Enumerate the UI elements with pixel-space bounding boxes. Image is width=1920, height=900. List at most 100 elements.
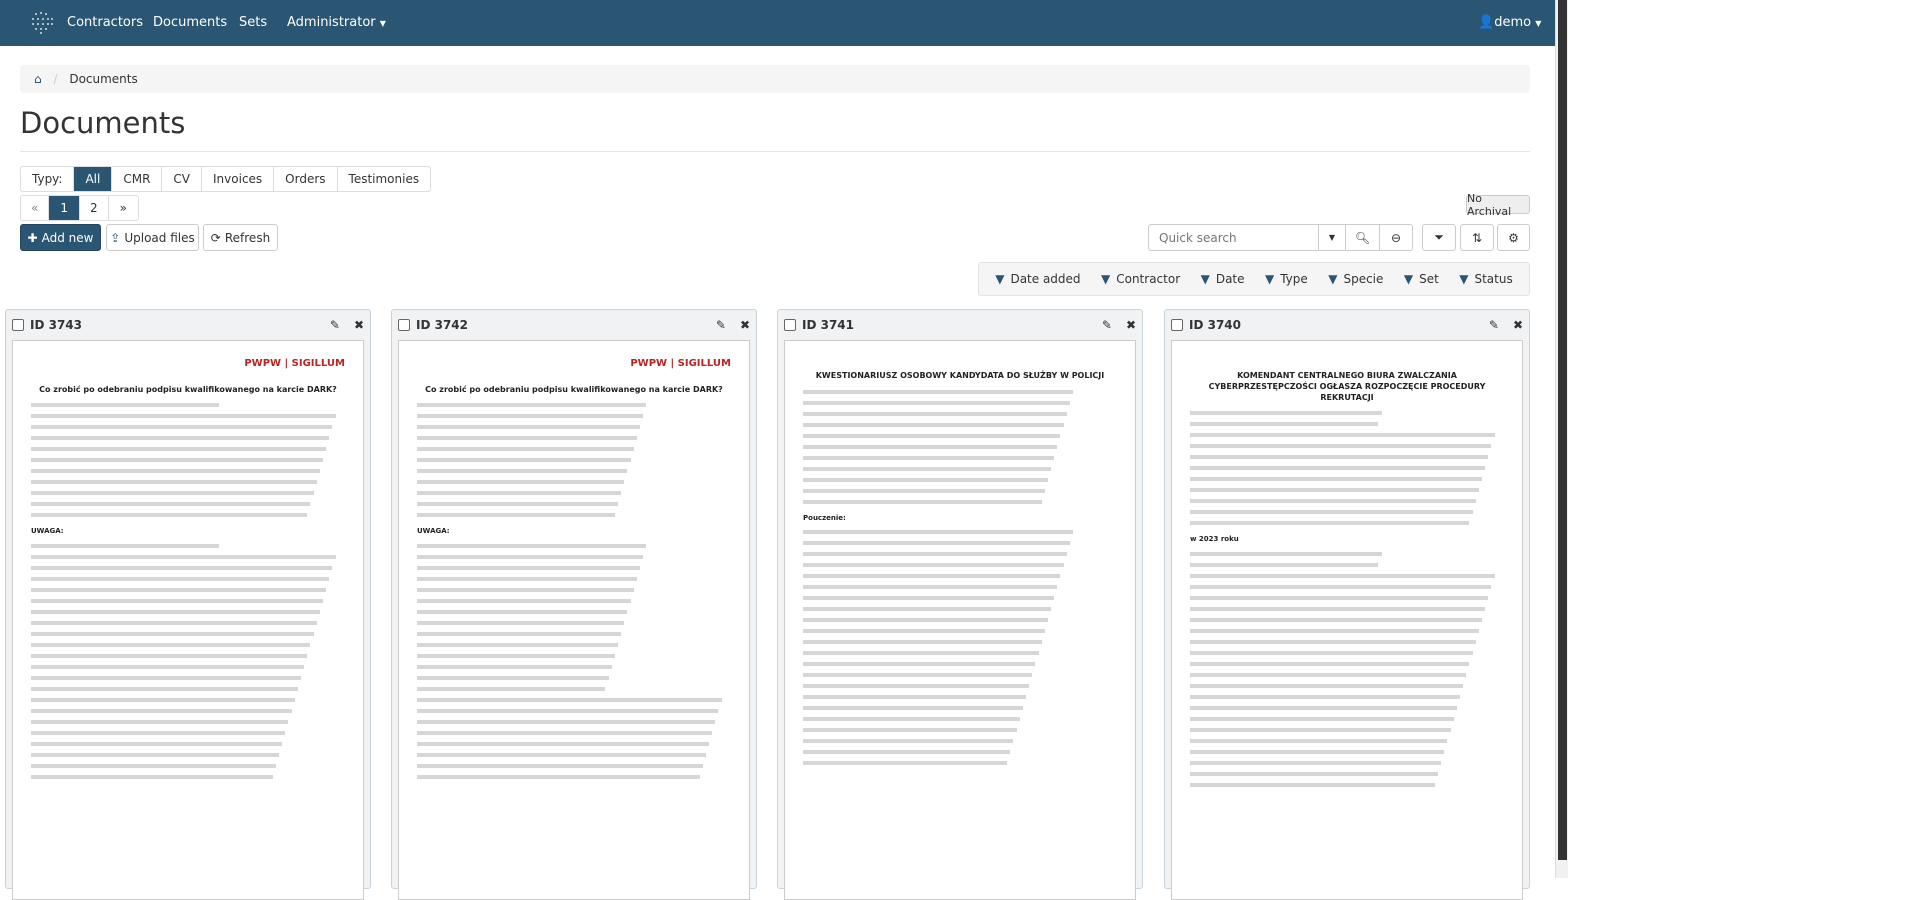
edit-icon[interactable]: ✎ xyxy=(330,318,340,332)
select-checkbox[interactable] xyxy=(784,319,796,331)
search-button[interactable]: 🔍︎ xyxy=(1345,224,1380,251)
text-line xyxy=(1190,606,1486,611)
type-invoices[interactable]: Invoices xyxy=(201,167,273,191)
add-new-button[interactable]: ✚ Add new xyxy=(20,224,101,251)
select-checkbox[interactable] xyxy=(12,319,24,331)
filter-date-added[interactable]: ▼ Date added xyxy=(995,272,1080,286)
nav-documents[interactable]: Documents xyxy=(153,15,227,30)
text-line xyxy=(1190,617,1483,622)
filter-icon: ▼ xyxy=(995,272,1005,286)
text-line xyxy=(803,673,1033,678)
caret-down-icon: ▼ xyxy=(1328,233,1336,242)
type-filter: Typy: All CMR CV Invoices Orders Testimo… xyxy=(20,166,432,192)
navbar: Contractors Documents Sets Administrator… xyxy=(0,0,1555,46)
document-card[interactable]: ID 3743 ✎ ✖ PWPW | SIGILLUM Co zrobić po … xyxy=(5,309,371,900)
text-line xyxy=(417,686,606,691)
text-line xyxy=(803,596,1055,601)
refresh-button[interactable]: ⟳ Refresh xyxy=(203,224,278,251)
plus-icon: ✚ xyxy=(27,230,38,245)
text-line xyxy=(803,400,1070,405)
sort-button[interactable]: ⇅ xyxy=(1460,224,1494,251)
user-menu[interactable]: 👤demo ▼ xyxy=(1478,15,1541,30)
text-line xyxy=(31,436,330,441)
text-line xyxy=(803,411,1067,416)
filter-label: Date added xyxy=(1010,272,1081,286)
text-line xyxy=(1190,444,1492,449)
type-orders[interactable]: Orders xyxy=(273,167,336,191)
text-line xyxy=(1190,411,1382,416)
type-cv[interactable]: CV xyxy=(161,167,201,191)
text-line xyxy=(31,741,283,746)
document-preview[interactable]: KWESTIONARIUSZ OSOBOWY KANDYDATA DO SŁUŻ… xyxy=(784,340,1136,900)
edit-icon[interactable]: ✎ xyxy=(1489,318,1499,332)
document-card[interactable]: ID 3742 ✎ ✖ PWPW | SIGILLUM Co zrobić po … xyxy=(391,309,757,900)
zoom-search-button[interactable]: ⊖ xyxy=(1379,224,1413,251)
quick-search-input[interactable] xyxy=(1148,224,1319,251)
filter-status[interactable]: ▼ Status xyxy=(1459,272,1512,286)
page-1[interactable]: 1 xyxy=(48,196,79,220)
text-line xyxy=(417,513,615,518)
filter-button[interactable]: ⏷ xyxy=(1422,224,1456,251)
delete-icon[interactable]: ✖ xyxy=(1513,318,1523,332)
logo-icon[interactable] xyxy=(28,8,56,36)
filter-date[interactable]: ▼ Date xyxy=(1201,272,1245,286)
page-prev[interactable]: « xyxy=(21,196,48,220)
text-line xyxy=(803,552,1067,557)
filter-contractor[interactable]: ▼ Contractor xyxy=(1101,272,1180,286)
text-line xyxy=(1190,466,1486,471)
document-card[interactable]: ID 3741 ✎ ✖ KWESTIONARIUSZ OSOBOWY KANDYD… xyxy=(777,309,1143,900)
text-line xyxy=(1190,716,1454,721)
nav-administrator[interactable]: Administrator ▼ xyxy=(287,15,386,30)
edit-icon[interactable]: ✎ xyxy=(1102,318,1112,332)
user-name: demo xyxy=(1494,15,1532,30)
page-next[interactable]: » xyxy=(107,196,138,220)
text-line xyxy=(31,697,295,702)
upload-files-button[interactable]: ⇪ Upload files xyxy=(106,224,199,251)
delete-icon[interactable]: ✖ xyxy=(1126,318,1136,332)
edit-icon[interactable]: ✎ xyxy=(716,318,726,332)
nav-sets[interactable]: Sets xyxy=(239,15,267,30)
page-2[interactable]: 2 xyxy=(78,196,108,220)
filter-label: Contractor xyxy=(1116,272,1181,286)
delete-icon[interactable]: ✖ xyxy=(354,318,364,332)
filter-icon: ▼ xyxy=(1328,272,1338,286)
select-checkbox[interactable] xyxy=(398,319,410,331)
page-scrollbar[interactable] xyxy=(1555,0,1568,878)
text-line xyxy=(31,414,336,419)
text-line xyxy=(31,543,220,548)
text-line xyxy=(803,574,1061,579)
delete-icon[interactable]: ✖ xyxy=(740,318,750,332)
scrollbar-thumb[interactable] xyxy=(1558,0,1567,860)
text-line xyxy=(803,607,1052,612)
document-heading: Co zrobić po odebraniu podpisu kwalifiko… xyxy=(425,384,723,394)
breadcrumb-separator: / xyxy=(53,72,58,86)
text-line xyxy=(417,730,713,735)
document-preview[interactable]: KOMENDANT CENTRALNEGO BIURA ZWALCZANIA C… xyxy=(1171,340,1523,900)
document-note: UWAGA: xyxy=(31,527,64,536)
filter-specie[interactable]: ▼ Specie xyxy=(1328,272,1383,286)
select-checkbox[interactable] xyxy=(1171,319,1183,331)
document-id: ID 3743 xyxy=(30,318,83,332)
text-line xyxy=(803,585,1058,590)
gear-icon: ⚙ xyxy=(1508,230,1519,245)
filter-set[interactable]: ▼ Set xyxy=(1404,272,1439,286)
type-cmr[interactable]: CMR xyxy=(111,167,161,191)
text-line xyxy=(417,620,625,625)
text-line xyxy=(803,695,1026,700)
filter-type[interactable]: ▼ Type xyxy=(1265,272,1308,286)
document-preview[interactable]: PWPW | SIGILLUM Co zrobić po odebraniu p… xyxy=(12,340,364,900)
document-preview[interactable]: PWPW | SIGILLUM Co zrobić po odebraniu p… xyxy=(398,340,750,900)
document-id: ID 3742 xyxy=(416,318,469,332)
settings-button[interactable]: ⚙ xyxy=(1497,224,1530,251)
document-card[interactable]: ID 3740 ✎ ✖ KOMENDANT CENTRALNEGO BIURA Z… xyxy=(1164,309,1530,900)
text-line xyxy=(803,477,1048,482)
archival-toggle[interactable]: No Archival xyxy=(1466,192,1530,218)
home-icon[interactable]: ⌂ xyxy=(34,72,42,86)
text-line xyxy=(803,618,1048,623)
search-options-dropdown[interactable]: ▼ xyxy=(1318,224,1346,251)
type-testimonies[interactable]: Testimonies xyxy=(336,167,431,191)
nav-contractors[interactable]: Contractors xyxy=(67,15,143,30)
text-line xyxy=(417,598,631,603)
type-all[interactable]: All xyxy=(73,167,112,191)
document-heading: KWESTIONARIUSZ OSOBOWY KANDYDATA DO SŁUŻ… xyxy=(815,371,1105,380)
